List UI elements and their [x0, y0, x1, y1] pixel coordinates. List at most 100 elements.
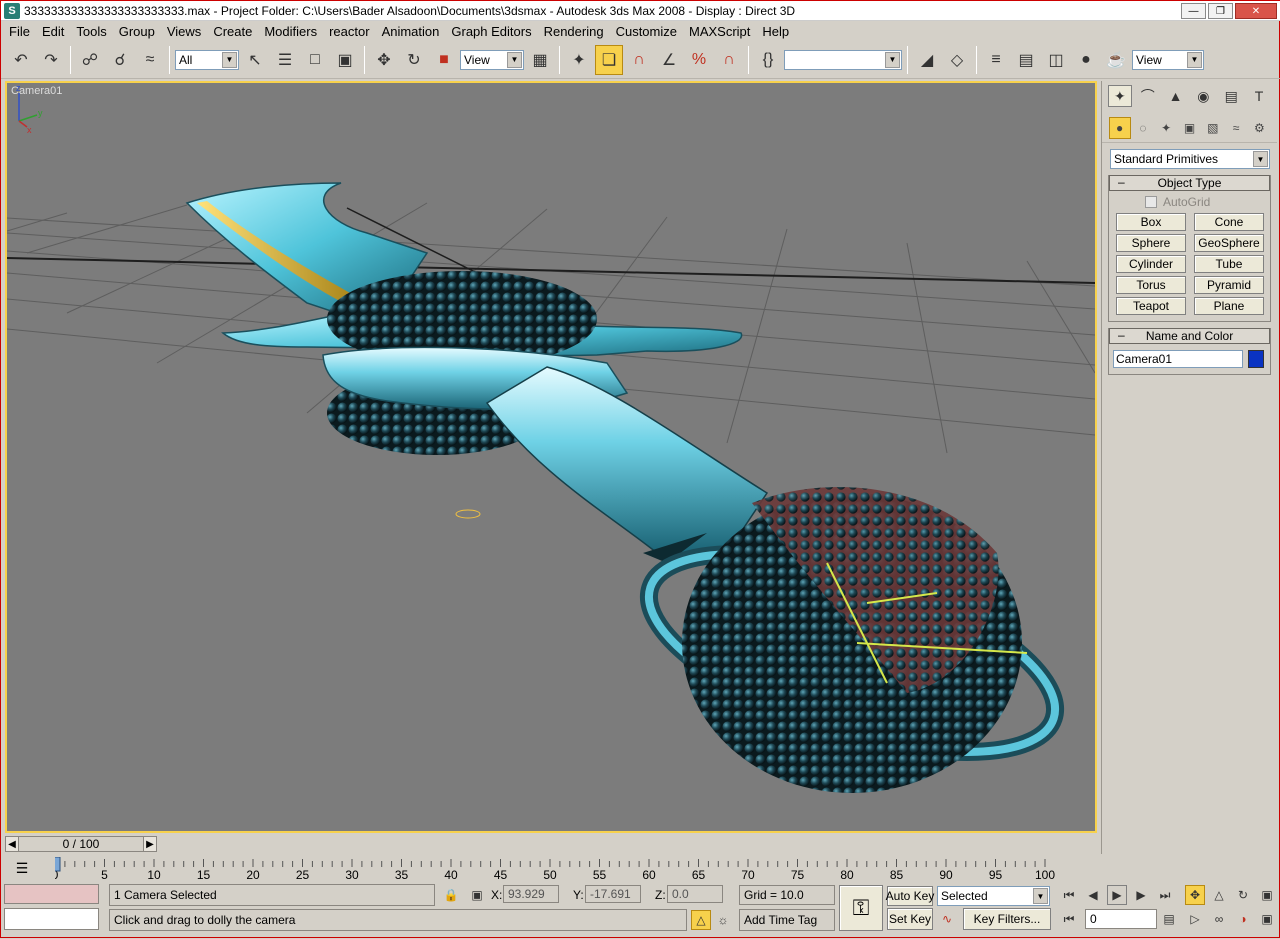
spinner-snap-icon[interactable]: ∩: [715, 45, 743, 75]
selection-filter-select[interactable]: All ▼: [175, 49, 239, 70]
pan-view-icon[interactable]: ✥: [1185, 885, 1205, 905]
autogrid-checkbox[interactable]: [1145, 196, 1157, 208]
z-coordinate-field[interactable]: 0.0: [667, 885, 723, 903]
teapot-button[interactable]: Teapot: [1116, 297, 1186, 315]
zoom-extents-icon[interactable]: ▣: [1257, 909, 1277, 929]
menu-modifiers[interactable]: Modifiers: [258, 24, 323, 39]
y-coordinate-field[interactable]: -17.691: [585, 885, 641, 903]
previous-frame-icon[interactable]: ◀: [1083, 885, 1103, 905]
mirror-icon[interactable]: ◢: [913, 45, 941, 75]
plane-button[interactable]: Plane: [1194, 297, 1264, 315]
name-and-color-header[interactable]: – Name and Color: [1109, 328, 1270, 344]
rotate-icon[interactable]: ↻: [400, 45, 428, 75]
roll-camera-icon[interactable]: ◑: [1233, 909, 1253, 929]
curve-editor-icon[interactable]: ▤: [1012, 45, 1040, 75]
cameras-icon[interactable]: ▣: [1178, 117, 1200, 139]
object-type-header[interactable]: – Object Type: [1109, 175, 1270, 191]
pyramid-button[interactable]: Pyramid: [1194, 276, 1264, 294]
set-key-button[interactable]: Set Key: [887, 908, 933, 930]
sphere-button[interactable]: Sphere: [1116, 234, 1186, 252]
perspective-icon[interactable]: ∞: [1209, 909, 1229, 929]
menu-graph-editors[interactable]: Graph Editors: [445, 24, 537, 39]
create-tab-icon[interactable]: ✦: [1107, 85, 1132, 107]
time-configuration-icon[interactable]: ▤: [1159, 909, 1179, 929]
object-name-field[interactable]: Camera01: [1113, 350, 1243, 368]
min-max-toggle-icon[interactable]: ▣: [1257, 885, 1277, 905]
menu-file[interactable]: File: [3, 24, 36, 39]
keyboard-shortcut-override-icon[interactable]: ❏: [595, 44, 623, 75]
camera-target-marker[interactable]: [455, 509, 481, 519]
add-time-tag-button[interactable]: Add Time Tag: [739, 909, 835, 931]
time-tag-icon[interactable]: ☼: [713, 910, 733, 930]
menu-edit[interactable]: Edit: [36, 24, 70, 39]
field-of-view-icon[interactable]: △: [1209, 885, 1229, 905]
frame-counter[interactable]: 0 / 100: [18, 837, 144, 851]
minimize-button[interactable]: —: [1181, 3, 1206, 19]
menu-help[interactable]: Help: [756, 24, 795, 39]
x-coordinate-field[interactable]: 93.929: [503, 885, 559, 903]
autogrid-option[interactable]: AutoGrid: [1109, 191, 1270, 211]
object-color-swatch[interactable]: [1248, 350, 1264, 368]
undo-icon[interactable]: ↶: [7, 45, 35, 75]
box-button[interactable]: Box: [1116, 213, 1186, 231]
menu-views[interactable]: Views: [161, 24, 207, 39]
menu-create[interactable]: Create: [207, 24, 258, 39]
move-icon[interactable]: ✥: [370, 45, 398, 75]
next-frame-icon[interactable]: ▶: [1131, 885, 1151, 905]
percent-snap-icon[interactable]: %: [685, 45, 713, 75]
align-icon[interactable]: ◇: [943, 45, 971, 75]
systems-icon[interactable]: ⚙: [1248, 117, 1270, 139]
menu-tools[interactable]: Tools: [70, 24, 112, 39]
set-key-key-icon[interactable]: ⚿: [839, 885, 883, 931]
geometry-icon[interactable]: ●: [1108, 117, 1131, 139]
scale-icon[interactable]: ■: [430, 45, 458, 75]
menu-animation[interactable]: Animation: [376, 24, 446, 39]
layer-manager-icon[interactable]: ≡: [982, 45, 1010, 75]
motion-tab-icon[interactable]: ◉: [1191, 85, 1215, 107]
absolute-mode-icon[interactable]: ▣: [467, 885, 487, 905]
menu-reactor[interactable]: reactor: [323, 24, 375, 39]
maxscript-input[interactable]: [4, 908, 99, 930]
helpers-icon[interactable]: ▧: [1202, 117, 1224, 139]
bind-space-warp-icon[interactable]: ≈: [136, 45, 164, 75]
maxscript-listener-mini[interactable]: [4, 884, 99, 904]
geosphere-button[interactable]: GeoSphere: [1194, 234, 1264, 252]
named-selection-select[interactable]: ▼: [784, 49, 902, 70]
orbit-icon[interactable]: ↻: [1233, 885, 1253, 905]
camera-viewport[interactable]: Camera01 z y x: [5, 81, 1097, 833]
lights-icon[interactable]: ✦: [1155, 117, 1177, 139]
material-editor-icon[interactable]: ●: [1072, 45, 1100, 75]
select-and-link-icon[interactable]: ☍: [76, 45, 104, 75]
go-to-end-icon[interactable]: ⏭: [1155, 885, 1175, 905]
adaptive-degradation-icon[interactable]: △: [691, 910, 711, 930]
default-tangent-icon[interactable]: ∿: [937, 909, 957, 929]
previous-frame-icon[interactable]: ◀: [6, 839, 18, 850]
time-slider[interactable]: ◀ 0 / 100 ▶: [5, 836, 157, 852]
current-frame-marker[interactable]: [55, 857, 61, 872]
snaps-toggle-icon[interactable]: ∩: [625, 45, 653, 75]
schematic-view-icon[interactable]: ◫: [1042, 45, 1070, 75]
primitive-type-select[interactable]: Standard Primitives ▼: [1110, 149, 1270, 169]
close-button[interactable]: ✕: [1235, 3, 1277, 19]
render-scene-icon[interactable]: ☕: [1102, 45, 1130, 75]
window-crossing-icon[interactable]: ▣: [331, 45, 359, 75]
angle-snap-icon[interactable]: ∠: [655, 45, 683, 75]
hierarchy-tab-icon[interactable]: ▲: [1164, 85, 1188, 107]
next-frame-icon[interactable]: ▶: [144, 839, 156, 850]
cone-button[interactable]: Cone: [1194, 213, 1264, 231]
unlink-icon[interactable]: ☌: [106, 45, 134, 75]
tube-button[interactable]: Tube: [1194, 255, 1264, 273]
utilities-tab-icon[interactable]: T: [1247, 85, 1271, 107]
play-icon[interactable]: ▶: [1107, 885, 1127, 905]
pivot-center-icon[interactable]: ▦: [526, 45, 554, 75]
viewport-render-select[interactable]: View ▼: [1132, 49, 1204, 70]
go-to-start-icon[interactable]: ⏮: [1059, 885, 1079, 905]
menu-maxscript[interactable]: MAXScript: [683, 24, 756, 39]
dolly-camera-icon[interactable]: ▷: [1185, 909, 1205, 929]
auto-key-button[interactable]: Auto Key: [886, 886, 934, 906]
current-frame-field[interactable]: 0: [1085, 909, 1157, 929]
select-object-icon[interactable]: ↖: [241, 45, 269, 75]
menu-group[interactable]: Group: [113, 24, 161, 39]
rectangular-selection-icon[interactable]: □: [301, 45, 329, 75]
lock-icon[interactable]: 🔒: [441, 885, 461, 905]
